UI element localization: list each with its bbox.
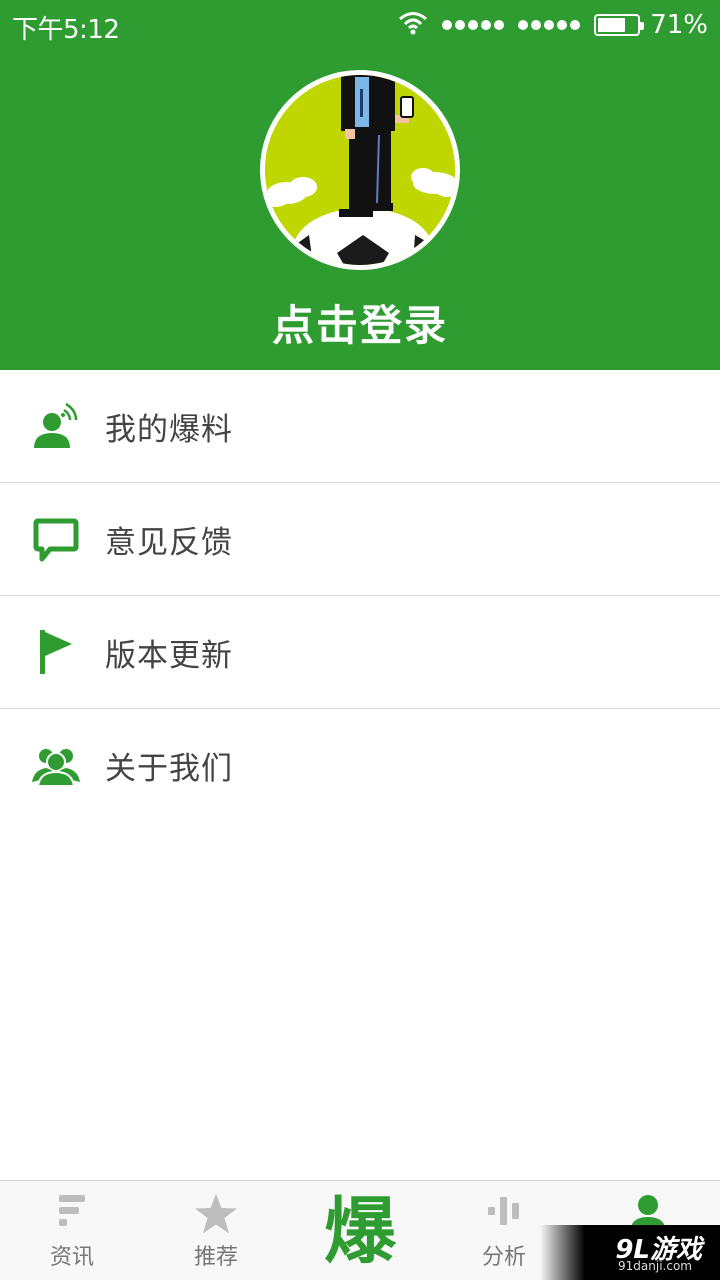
watermark-sub-text: 91danji.com <box>618 1259 692 1273</box>
tab-label: 资讯 <box>49 1245 94 1270</box>
menu-item-label: 意见反馈 <box>105 524 233 561</box>
analysis-bars-icon <box>486 1193 522 1233</box>
battery-icon <box>594 14 645 36</box>
menu-item-label: 版本更新 <box>105 637 233 674</box>
user-broadcast-icon <box>32 402 80 450</box>
menu-item-my-reports[interactable]: 我的爆料 <box>0 370 720 483</box>
menu-item-label: 关于我们 <box>105 751 233 787</box>
menu-item-about-us[interactable]: 关于我们 <box>0 709 720 822</box>
group-icon <box>32 742 80 790</box>
battery-percent: 71% <box>650 10 708 40</box>
status-indicators: 71% <box>398 9 708 41</box>
settings-menu: 我的爆料 意见反馈 版本更新 关于我们 <box>0 370 720 822</box>
tab-recommend[interactable]: 推荐 <box>144 1181 288 1280</box>
news-icon <box>57 1193 87 1233</box>
status-bar: 下午5:12 71% <box>0 0 720 50</box>
profile-header: 下午5:12 71% 点击登录 <box>0 0 720 370</box>
tab-news[interactable]: 资讯 <box>0 1181 144 1280</box>
breaking-news-glyph: 爆 <box>323 1189 396 1273</box>
avatar[interactable] <box>260 70 460 270</box>
tab-breaking[interactable]: 爆 <box>288 1181 432 1280</box>
menu-item-version-update[interactable]: 版本更新 <box>0 596 720 709</box>
flag-icon <box>32 628 80 676</box>
login-prompt[interactable]: 点击登录 <box>0 292 720 353</box>
signal-strength-icon-2 <box>518 20 581 30</box>
speech-bubble-icon <box>32 515 80 563</box>
tab-label: 推荐 <box>193 1245 238 1270</box>
menu-item-label: 我的爆料 <box>105 411 233 448</box>
wifi-icon <box>398 11 428 39</box>
battery-fill <box>598 18 626 32</box>
status-time: 下午5:12 <box>12 15 120 45</box>
signal-strength-icon <box>442 20 505 30</box>
star-icon <box>194 1193 238 1239</box>
watermark-logo: 9L游戏 91danji.com <box>540 1225 720 1280</box>
menu-item-feedback[interactable]: 意见反馈 <box>0 483 720 596</box>
